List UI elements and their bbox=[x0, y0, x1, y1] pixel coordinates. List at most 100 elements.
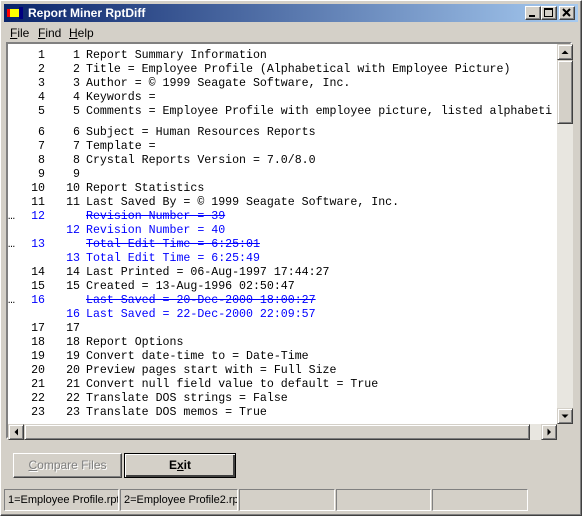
line-number-right: 15 bbox=[66, 280, 80, 293]
line-text: Convert date-time to = Date-Time bbox=[86, 350, 309, 363]
line-number-right: 14 bbox=[66, 266, 80, 279]
app-window: Report Miner RptDiff File Find Help 1 1 Re… bbox=[0, 0, 582, 516]
status-bar: 1=Employee Profile.rpt 2=Employee Profil… bbox=[4, 489, 578, 511]
line-number-left: 16 bbox=[31, 294, 45, 307]
line-text: Last Printed = 06-Aug-1997 17:44:27 bbox=[86, 266, 330, 279]
arrow-up-icon bbox=[561, 50, 569, 54]
vertical-scroll-thumb[interactable] bbox=[557, 60, 573, 124]
scroll-left-button[interactable] bbox=[8, 424, 24, 440]
arrow-left-icon bbox=[14, 428, 18, 436]
menu-file[interactable]: File bbox=[10, 26, 29, 40]
line-number-left: 13 bbox=[31, 238, 45, 251]
line-number-left: 14 bbox=[31, 266, 45, 279]
line-number-left: 17 bbox=[31, 322, 45, 335]
horizontal-scrollbar[interactable] bbox=[8, 424, 557, 440]
line-number-left: 7 bbox=[38, 140, 45, 153]
line-text: Crystal Reports Version = 7.0/8.0 bbox=[86, 154, 316, 167]
line-number-right: 20 bbox=[66, 364, 80, 377]
line-number-left: 21 bbox=[31, 378, 45, 391]
line-text: Subject = Human Resources Reports bbox=[86, 126, 316, 139]
line-number-left: 2 bbox=[38, 63, 45, 76]
diff-view[interactable]: 1 1 Report Summary Information 2 2 Title = Em… bbox=[6, 42, 573, 440]
minimize-button[interactable] bbox=[525, 6, 541, 20]
line-text: Report Statistics bbox=[86, 182, 205, 195]
compare-files-label: ompare Files bbox=[37, 458, 107, 472]
line-text: Comments = Employee Profile with employe… bbox=[86, 105, 553, 118]
status-file2: 2=Employee Profile2.rpt bbox=[120, 489, 238, 511]
status-panel-3 bbox=[239, 489, 335, 511]
line-number-right: 6 bbox=[73, 126, 80, 139]
line-number-left: 18 bbox=[31, 336, 45, 349]
line-number-left: 19 bbox=[31, 350, 45, 363]
line-text: Template = bbox=[86, 140, 156, 153]
close-icon bbox=[562, 8, 571, 17]
line-number-right: 7 bbox=[73, 140, 80, 153]
arrow-down-icon bbox=[561, 414, 569, 418]
close-button[interactable] bbox=[559, 6, 575, 20]
vertical-scrollbar[interactable] bbox=[557, 44, 573, 424]
menu-find-label: ind bbox=[45, 26, 62, 40]
line-text: Last Saved = 22-Dec-2000 22:09:57 bbox=[86, 308, 316, 321]
menu-help-label: elp bbox=[77, 26, 94, 40]
line-number-left: 5 bbox=[38, 105, 45, 118]
line-number-left: 1 bbox=[38, 49, 45, 62]
scroll-right-button[interactable] bbox=[541, 424, 557, 440]
maximize-icon bbox=[544, 8, 553, 17]
status-file1: 1=Employee Profile.rpt bbox=[4, 489, 119, 511]
scroll-up-button[interactable] bbox=[557, 44, 573, 60]
line-number-left: 6 bbox=[38, 126, 45, 139]
line-number-left: 23 bbox=[31, 406, 45, 419]
exit-button[interactable]: Exit bbox=[124, 453, 236, 478]
line-number-left: 9 bbox=[38, 168, 45, 181]
line-text: Keywords = bbox=[86, 91, 156, 104]
scroll-down-button[interactable] bbox=[557, 408, 573, 424]
menu-bar: File Find Help bbox=[4, 24, 578, 42]
line-number-left: 20 bbox=[31, 364, 45, 377]
arrow-right-icon bbox=[547, 428, 551, 436]
minimize-icon bbox=[529, 15, 535, 17]
line-text: Created = 13-Aug-1996 02:50:47 bbox=[86, 280, 295, 293]
line-text: Title = Employee Profile (Alphabetical w… bbox=[86, 63, 511, 76]
line-number-left: 11 bbox=[31, 196, 45, 209]
window-title: Report Miner RptDiff bbox=[28, 6, 146, 20]
line-number-right: 22 bbox=[66, 392, 80, 405]
line-number-left: 22 bbox=[31, 392, 45, 405]
line-number-right: 11 bbox=[66, 196, 80, 209]
line-number-right: 21 bbox=[66, 378, 80, 391]
line-number-right: 8 bbox=[73, 154, 80, 167]
exit-label-end: it bbox=[183, 458, 192, 472]
line-number-right: 2 bbox=[73, 63, 80, 76]
line-number-right: 16 bbox=[66, 308, 80, 321]
line-text: Translate DOS strings = False bbox=[86, 392, 288, 405]
line-text: Convert null field value to default = Tr… bbox=[86, 378, 379, 391]
line-text: Last Saved By = © 1999 Seagate Software,… bbox=[86, 196, 400, 209]
line-number-left: 8 bbox=[38, 154, 45, 167]
line-text: Revision Number = 39 bbox=[86, 210, 226, 223]
line-number-left: 4 bbox=[38, 91, 45, 104]
line-number-right: 12 bbox=[66, 224, 80, 237]
line-text: Report Options bbox=[86, 336, 184, 349]
report-miner-app-icon bbox=[7, 7, 23, 19]
line-text: Total Edit Time = 6:25:01 bbox=[86, 238, 260, 251]
line-text: Author = © 1999 Seagate Software, Inc. bbox=[86, 77, 351, 90]
line-number-left: 12 bbox=[31, 210, 45, 223]
line-number-right: 17 bbox=[66, 322, 80, 335]
line-text: Revision Number = 40 bbox=[86, 224, 226, 237]
menu-file-label: ile bbox=[17, 26, 30, 40]
title-bar[interactable]: Report Miner RptDiff bbox=[4, 4, 578, 22]
menu-find[interactable]: Find bbox=[38, 26, 61, 40]
menu-help-accel: H bbox=[69, 26, 78, 40]
scroll-corner bbox=[557, 424, 573, 440]
compare-files-button[interactable]: Compare Files bbox=[13, 453, 122, 478]
line-text: Last Saved = 20-Dec-2000 18:00:27 bbox=[86, 294, 316, 307]
compare-files-accel: C bbox=[28, 458, 38, 472]
line-number-right: 1 bbox=[73, 49, 80, 62]
line-number-right: 3 bbox=[73, 77, 80, 90]
exit-accel: x bbox=[176, 458, 184, 472]
maximize-button[interactable] bbox=[541, 6, 557, 20]
horizontal-scroll-thumb[interactable] bbox=[24, 424, 530, 440]
diff-lines[interactable]: 1 1 Report Summary Information 2 2 Title = Em… bbox=[8, 44, 557, 424]
line-text: Translate DOS memos = True bbox=[86, 406, 267, 419]
menu-help[interactable]: Help bbox=[69, 26, 94, 40]
line-number-right: 13 bbox=[66, 252, 80, 265]
